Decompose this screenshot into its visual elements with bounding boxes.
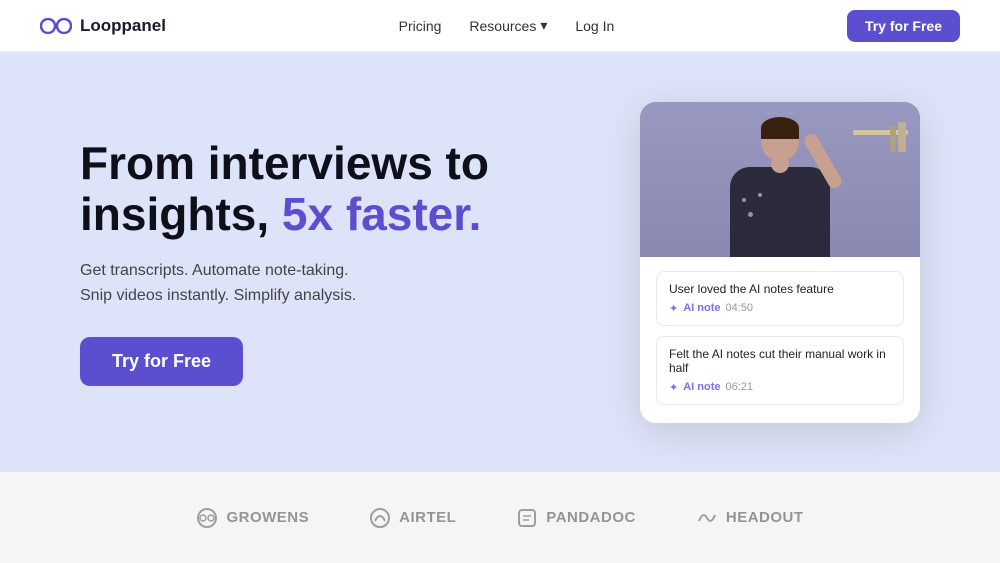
nav-resources[interactable]: Resources ▾: [469, 17, 547, 34]
growens-icon: [196, 507, 218, 529]
hero-heading: From interviews to insights, 5x faster.: [80, 138, 489, 239]
hero-cta-button[interactable]: Try for Free: [80, 337, 243, 386]
logo-text: Looppanel: [80, 16, 166, 36]
note-text-2: Felt the AI notes cut their manual work …: [669, 347, 891, 375]
ai-icon-1: ✦: [669, 302, 678, 315]
ai-icon-2: ✦: [669, 381, 678, 394]
hero-section: From interviews to insights, 5x faster. …: [0, 52, 1000, 472]
hero-demo-card: User loved the AI notes feature ✦ AI not…: [640, 102, 920, 423]
airtel-text: airtel: [399, 509, 456, 526]
logo[interactable]: Looppanel: [40, 16, 166, 36]
note-item-1: User loved the AI notes feature ✦ AI not…: [656, 271, 904, 326]
nav-cta-button[interactable]: Try for Free: [847, 10, 960, 42]
logo-headout: headout: [696, 507, 804, 529]
headout-icon: [696, 507, 718, 529]
logo-icon: [40, 18, 72, 34]
note-text-1: User loved the AI notes feature: [669, 282, 891, 296]
headout-text: headout: [726, 509, 804, 526]
note-item-2: Felt the AI notes cut their manual work …: [656, 336, 904, 405]
note-tag-2: ✦ AI note 06:21: [669, 381, 891, 394]
nav-links: Pricing Resources ▾ Log In: [399, 17, 615, 34]
logo-pandadoc: PandaDoc: [516, 507, 636, 529]
logos-section: GROWENS airtel PandaDoc headout: [0, 472, 1000, 563]
logo-growens: GROWENS: [196, 507, 309, 529]
logo-airtel: airtel: [369, 507, 456, 529]
pandadoc-icon: [516, 507, 538, 529]
hero-subtext: Get transcripts. Automate note-taking. S…: [80, 258, 489, 309]
chevron-down-icon: ▾: [540, 17, 547, 34]
nav-login[interactable]: Log In: [575, 18, 614, 34]
nav-pricing[interactable]: Pricing: [399, 18, 442, 34]
airtel-icon: [369, 507, 391, 529]
ai-notes-list: User loved the AI notes feature ✦ AI not…: [640, 257, 920, 423]
navbar: Looppanel Pricing Resources ▾ Log In Try…: [0, 0, 1000, 52]
video-thumbnail: [640, 102, 920, 257]
note-tag-1: ✦ AI note 04:50: [669, 302, 891, 315]
hero-content: From interviews to insights, 5x faster. …: [80, 138, 489, 385]
growens-text: GROWENS: [226, 509, 309, 526]
pandadoc-text: PandaDoc: [546, 509, 636, 526]
